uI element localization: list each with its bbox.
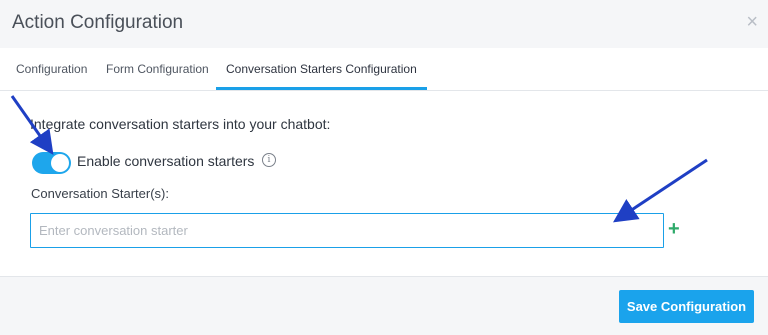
- action-configuration-modal: Action Configuration × Configuration For…: [0, 0, 768, 335]
- modal-header: Action Configuration ×: [0, 0, 768, 49]
- conversation-starter-input[interactable]: [30, 213, 664, 248]
- toggle-knob: [51, 154, 69, 172]
- toggle-label: Enable conversation starters: [77, 153, 255, 169]
- close-icon[interactable]: ×: [746, 12, 758, 32]
- save-configuration-button[interactable]: Save Configuration: [619, 290, 754, 323]
- tab-content: Integrate conversation starters into you…: [0, 91, 768, 276]
- intro-text: Integrate conversation starters into you…: [30, 116, 331, 132]
- conversation-starters-label: Conversation Starter(s):: [31, 186, 169, 201]
- enable-conversation-starters-toggle[interactable]: [32, 152, 71, 174]
- info-icon[interactable]: i: [262, 153, 276, 167]
- add-starter-icon[interactable]: +: [668, 219, 680, 239]
- tab-bar: Configuration Form Configuration Convers…: [0, 48, 768, 91]
- tab-conversation-starters-configuration[interactable]: Conversation Starters Configuration: [216, 48, 427, 90]
- modal-footer: Save Configuration: [0, 276, 768, 335]
- modal-title: Action Configuration: [12, 12, 184, 33]
- tab-configuration[interactable]: Configuration: [16, 48, 87, 90]
- tab-form-configuration[interactable]: Form Configuration: [106, 48, 209, 90]
